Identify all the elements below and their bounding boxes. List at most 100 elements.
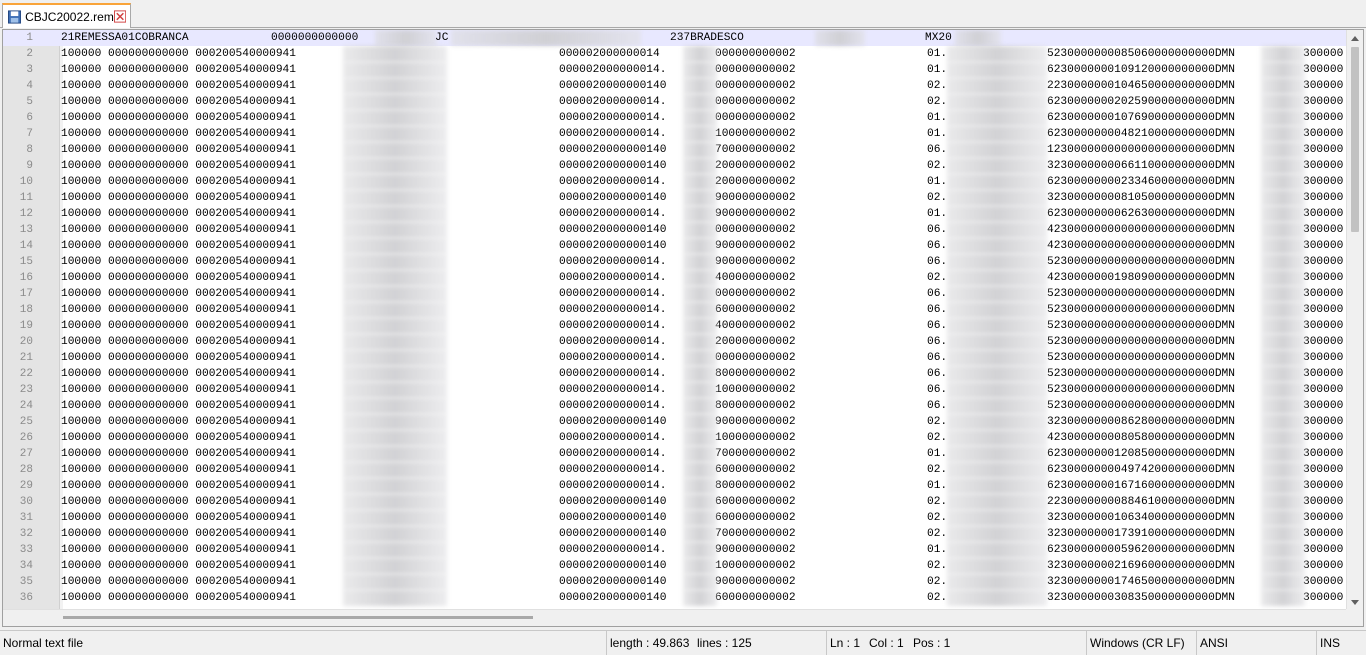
line-text: 300000 xyxy=(1303,480,1344,492)
editor-line[interactable]: 34 100000 000000000000 000200540000941 000… xyxy=(3,558,1346,574)
line-text: 000002000000014. xyxy=(559,544,667,556)
line-text: 900000000002 xyxy=(715,240,796,252)
editor-line[interactable]: 15 100000 000000000000 000200540000941 000… xyxy=(3,254,1346,270)
redacted-region xyxy=(1261,334,1305,350)
editor-line[interactable]: 21 100000 000000000000 000200540000941 000… xyxy=(3,350,1346,366)
line-text: 100000 000000000000 000200540000941 xyxy=(61,416,296,428)
editor-line[interactable]: 30 100000 000000000000 000200540000941 000… xyxy=(3,494,1346,510)
redacted-region xyxy=(343,190,447,206)
line-number: 28 xyxy=(19,464,33,476)
scroll-corner xyxy=(1346,609,1363,626)
line-text: 06. xyxy=(927,144,948,156)
editor-line[interactable]: 25 100000 000000000000 000200540000941 000… xyxy=(3,414,1346,430)
redacted-region xyxy=(947,446,1047,462)
editor-line[interactable]: 26 100000 000000000000 000200540000941 000… xyxy=(3,430,1346,446)
redacted-region xyxy=(947,78,1047,94)
editor-line[interactable]: 18 100000 000000000000 000200540000941 000… xyxy=(3,302,1346,318)
line-text: 02. xyxy=(927,192,948,204)
line-number: 14 xyxy=(19,240,33,252)
editor-line[interactable]: 35 100000 000000000000 000200540000941 000… xyxy=(3,574,1346,590)
editor-line[interactable]: 33 100000 000000000000 000200540000941 000… xyxy=(3,542,1346,558)
redacted-region xyxy=(947,110,1047,126)
editor-line[interactable]: 23 100000 000000000000 000200540000941 000… xyxy=(3,382,1346,398)
editor-line[interactable]: 10 100000 000000000000 000200540000941 000… xyxy=(3,174,1346,190)
editor-line[interactable]: 14 100000 000000000000 000200540000941 000… xyxy=(3,238,1346,254)
editor-line[interactable]: 12 100000 000000000000 000200540000941 000… xyxy=(3,206,1346,222)
editor-line[interactable]: 31 100000 000000000000 000200540000941 000… xyxy=(3,510,1346,526)
line-text: 5230000000000000000000000DMN xyxy=(1047,336,1235,348)
redacted-region xyxy=(683,254,717,270)
close-x-icon[interactable] xyxy=(113,10,126,23)
line-text: 100000 000000000000 000200540000941 xyxy=(61,384,296,396)
redacted-region xyxy=(343,158,447,174)
line-text: 0000020000000140 xyxy=(559,240,667,252)
line-number: 24 xyxy=(19,400,33,412)
editor-line[interactable]: 17 100000 000000000000 000200540000941 000… xyxy=(3,286,1346,302)
horizontal-scrollbar[interactable] xyxy=(3,609,1346,626)
text-lines[interactable]: 1 21REMESSA01COBRANCA 0000000000000 JC 2… xyxy=(3,30,1346,611)
line-text: 0000020000000140 xyxy=(559,224,667,236)
vertical-scrollbar[interactable] xyxy=(1346,30,1363,611)
editor-line[interactable]: 9 100000 000000000000 000200540000941 0000… xyxy=(3,158,1346,174)
scroll-thumb[interactable] xyxy=(1351,47,1359,232)
redacted-region xyxy=(683,46,717,62)
editor-line[interactable]: 32 100000 000000000000 000200540000941 000… xyxy=(3,526,1346,542)
text-editor[interactable]: 1 21REMESSA01COBRANCA 0000000000000 JC 2… xyxy=(2,29,1364,627)
editor-line[interactable]: 11 100000 000000000000 000200540000941 000… xyxy=(3,190,1346,206)
editor-line[interactable]: 3 100000 000000000000 000200540000941 0000… xyxy=(3,62,1346,78)
line-text: 300000 xyxy=(1303,384,1344,396)
redacted-region xyxy=(1261,366,1305,382)
line-text: 06. xyxy=(927,320,948,332)
redacted-region xyxy=(1261,478,1305,494)
redacted-region xyxy=(343,366,447,382)
redacted-region xyxy=(1261,78,1305,94)
editor-line[interactable]: 2 100000 000000000000 000200540000941 0000… xyxy=(3,46,1346,62)
line-text: 100000 000000000000 000200540000941 xyxy=(61,544,296,556)
redacted-region xyxy=(683,542,717,558)
redacted-region xyxy=(1261,206,1305,222)
file-tab[interactable]: CBJC20022.rem xyxy=(2,3,131,28)
redacted-region xyxy=(1261,350,1305,366)
scroll-thumb[interactable] xyxy=(63,616,533,619)
editor-line[interactable]: 4 100000 000000000000 000200540000941 0000… xyxy=(3,78,1346,94)
line-text: 100000 000000000000 000200540000941 xyxy=(61,576,296,588)
editor-line[interactable]: 7 100000 000000000000 000200540000941 0000… xyxy=(3,126,1346,142)
editor-line[interactable]: 29 100000 000000000000 000200540000941 000… xyxy=(3,478,1346,494)
editor-line[interactable]: 20 100000 000000000000 000200540000941 000… xyxy=(3,334,1346,350)
editor-line[interactable]: 22 100000 000000000000 000200540000941 000… xyxy=(3,366,1346,382)
scroll-down-icon[interactable] xyxy=(1351,600,1359,605)
line-text: 200000000002 xyxy=(715,336,796,348)
redacted-region xyxy=(947,574,1047,590)
editor-line[interactable]: 24 100000 000000000000 000200540000941 000… xyxy=(3,398,1346,414)
redacted-region xyxy=(1261,158,1305,174)
line-text: 100000 000000000000 000200540000941 xyxy=(61,352,296,364)
line-number: 10 xyxy=(19,176,33,188)
scroll-up-icon[interactable] xyxy=(1351,36,1359,41)
line-text: 100000 000000000000 000200540000941 xyxy=(61,176,296,188)
redacted-region xyxy=(1261,414,1305,430)
editor-line[interactable]: 28 100000 000000000000 000200540000941 000… xyxy=(3,462,1346,478)
editor-line[interactable]: 36 100000 000000000000 000200540000941 000… xyxy=(3,590,1346,606)
redacted-region xyxy=(1261,142,1305,158)
editor-line[interactable]: 6 100000 000000000000 000200540000941 0000… xyxy=(3,110,1346,126)
line-text: 02. xyxy=(927,80,948,92)
line-text: 06. xyxy=(927,400,948,412)
line-text: 06. xyxy=(927,368,948,380)
redacted-region xyxy=(343,414,447,430)
editor-line[interactable]: 16 100000 000000000000 000200540000941 000… xyxy=(3,270,1346,286)
redacted-region xyxy=(343,590,447,606)
editor-line[interactable]: 27 100000 000000000000 000200540000941 000… xyxy=(3,446,1346,462)
line-text: 02. xyxy=(927,416,948,428)
line-text: 100000 000000000000 000200540000941 xyxy=(61,560,296,572)
editor-line[interactable]: 5 100000 000000000000 000200540000941 0000… xyxy=(3,94,1346,110)
editor-line[interactable]: 13 100000 000000000000 000200540000941 000… xyxy=(3,222,1346,238)
line-number: 19 xyxy=(19,320,33,332)
editor-line[interactable]: 19 100000 000000000000 000200540000941 000… xyxy=(3,318,1346,334)
line-number: 6 xyxy=(26,112,33,124)
redacted-region xyxy=(815,30,865,46)
line-text: 237BRADESCO xyxy=(670,32,744,44)
redacted-region xyxy=(343,62,447,78)
editor-line[interactable]: 1 21REMESSA01COBRANCA 0000000000000 JC 2… xyxy=(3,30,1346,46)
editor-line[interactable]: 8 100000 000000000000 000200540000941 0000… xyxy=(3,142,1346,158)
line-text: 100000 000000000000 000200540000941 xyxy=(61,400,296,412)
